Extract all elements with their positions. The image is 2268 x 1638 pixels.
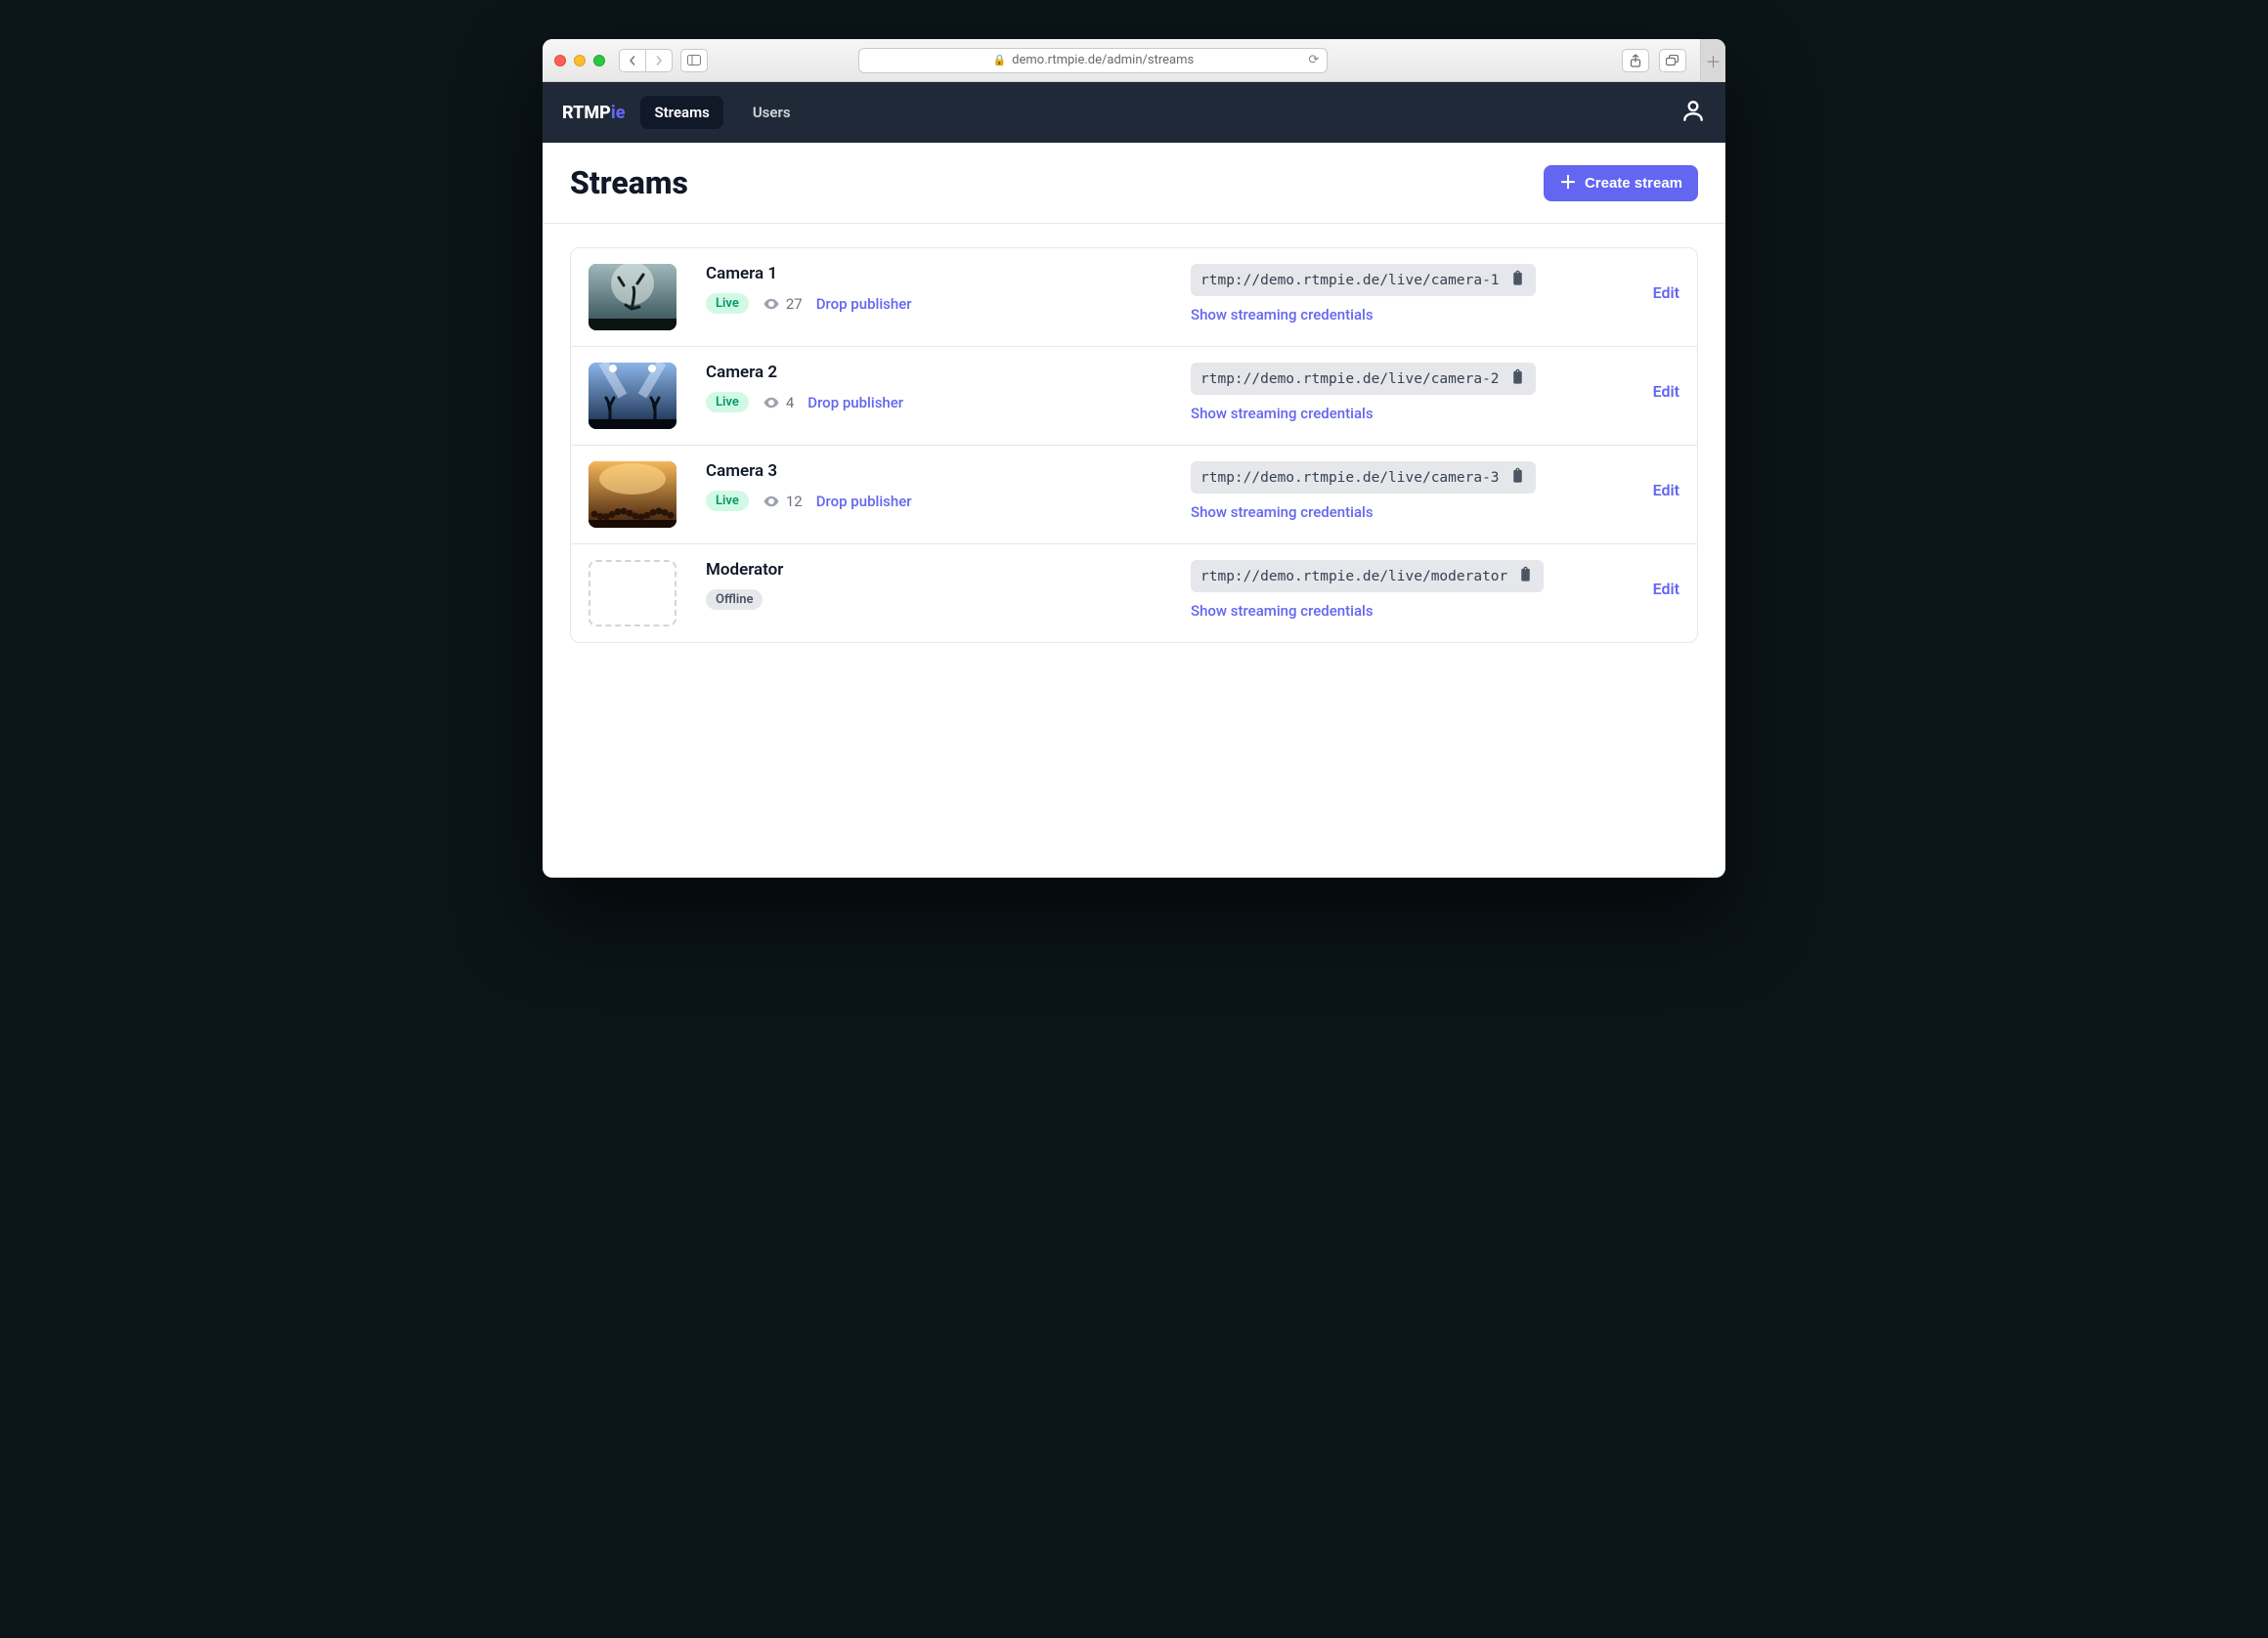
stream-url: rtmp://demo.rtmpie.de/live/camera-2	[1200, 371, 1500, 387]
address-bar[interactable]: 🔒 demo.rtmpie.de/admin/streams ⟳	[858, 48, 1328, 73]
stream-name: Camera 1	[706, 264, 1171, 283]
window-controls	[554, 55, 605, 66]
stream-url: rtmp://demo.rtmpie.de/live/moderator	[1200, 569, 1507, 584]
app-header: RTMPie Streams Users	[543, 82, 1725, 143]
eye-icon	[763, 493, 780, 510]
status-row: Live 12 Drop publisher	[706, 491, 1171, 511]
stream-thumbnail[interactable]	[589, 264, 676, 330]
drop-publisher-link[interactable]: Drop publisher	[816, 493, 912, 510]
browser-window: 🔒 demo.rtmpie.de/admin/streams ⟳ ＋ RTMPi…	[543, 39, 1725, 878]
stream-row: Camera 2 Live 4 Drop publisher rtmp://de…	[571, 347, 1697, 446]
logo[interactable]: RTMPie	[562, 103, 625, 123]
stream-name: Camera 2	[706, 363, 1171, 382]
stream-name: Camera 3	[706, 461, 1171, 481]
status-badge: Live	[706, 293, 749, 314]
page-title: Streams	[570, 164, 688, 201]
url-column: rtmp://demo.rtmpie.de/live/moderator Sho…	[1191, 560, 1592, 620]
stream-name: Moderator	[706, 560, 1171, 580]
copy-url-button[interactable]	[1509, 467, 1526, 488]
stream-url-box: rtmp://demo.rtmpie.de/live/camera-1	[1191, 264, 1536, 296]
url-column: rtmp://demo.rtmpie.de/live/camera-1 Show…	[1191, 264, 1592, 323]
stream-row: Camera 1 Live 27 Drop publisher rtmp://d…	[571, 248, 1697, 347]
stream-meta: Moderator Offline	[706, 560, 1171, 610]
stream-row: Moderator Offline rtmp://demo.rtmpie.de/…	[571, 544, 1697, 642]
url-column: rtmp://demo.rtmpie.de/live/camera-2 Show…	[1191, 363, 1592, 422]
stream-row: Camera 3 Live 12 Drop publisher rtmp://d…	[571, 446, 1697, 544]
tabs-button[interactable]	[1659, 49, 1686, 72]
stream-url-box: rtmp://demo.rtmpie.de/live/camera-2	[1191, 363, 1536, 395]
viewer-count: 12	[763, 493, 803, 510]
url-column: rtmp://demo.rtmpie.de/live/camera-3 Show…	[1191, 461, 1592, 521]
edit-stream-link[interactable]: Edit	[1653, 283, 1679, 302]
sidebar-toggle-button[interactable]	[680, 49, 708, 72]
nav-users[interactable]: Users	[739, 96, 805, 129]
stream-thumbnail-placeholder[interactable]	[589, 560, 676, 626]
edit-column: Edit	[1611, 363, 1679, 401]
nav-streams[interactable]: Streams	[640, 96, 722, 129]
copy-url-button[interactable]	[1509, 368, 1526, 389]
url-text: demo.rtmpie.de/admin/streams	[1012, 53, 1194, 67]
logo-text-prefix: RTMP	[562, 103, 611, 123]
copy-url-button[interactable]	[1517, 566, 1534, 586]
logo-text-suffix: ie	[611, 103, 626, 123]
status-row: Live 27 Drop publisher	[706, 293, 1171, 314]
back-button[interactable]	[619, 49, 646, 72]
create-stream-label: Create stream	[1585, 175, 1682, 192]
stream-meta: Camera 3 Live 12 Drop publisher	[706, 461, 1171, 511]
status-row: Live 4 Drop publisher	[706, 392, 1171, 412]
minimize-window-button[interactable]	[574, 55, 586, 66]
page-header: Streams ＋ Create stream	[543, 143, 1725, 224]
edit-stream-link[interactable]: Edit	[1653, 481, 1679, 499]
stream-url-box: rtmp://demo.rtmpie.de/live/camera-3	[1191, 461, 1536, 494]
forward-button[interactable]	[645, 49, 673, 72]
show-credentials-link[interactable]: Show streaming credentials	[1191, 602, 1374, 620]
content: Camera 1 Live 27 Drop publisher rtmp://d…	[543, 224, 1725, 702]
status-badge: Live	[706, 392, 749, 412]
reload-icon[interactable]: ⟳	[1308, 53, 1319, 67]
edit-column: Edit	[1611, 264, 1679, 302]
viewer-count: 27	[763, 295, 803, 313]
user-menu-button[interactable]	[1680, 98, 1706, 127]
stream-thumbnail[interactable]	[589, 363, 676, 429]
maximize-window-button[interactable]	[593, 55, 605, 66]
edit-column: Edit	[1611, 461, 1679, 499]
clipboard-icon	[1509, 368, 1526, 385]
eye-icon	[763, 394, 780, 411]
stream-thumbnail[interactable]	[589, 461, 676, 528]
stream-url: rtmp://demo.rtmpie.de/live/camera-1	[1200, 273, 1500, 288]
stream-url-box: rtmp://demo.rtmpie.de/live/moderator	[1191, 560, 1544, 592]
status-row: Offline	[706, 589, 1171, 610]
nav-back-forward	[619, 49, 673, 72]
clipboard-icon	[1509, 467, 1526, 484]
eye-icon	[763, 295, 780, 313]
stream-meta: Camera 2 Live 4 Drop publisher	[706, 363, 1171, 412]
edit-stream-link[interactable]: Edit	[1653, 580, 1679, 598]
new-tab-button[interactable]: ＋	[1700, 39, 1725, 82]
user-icon	[1680, 98, 1706, 123]
drop-publisher-link[interactable]: Drop publisher	[807, 394, 903, 411]
copy-url-button[interactable]	[1509, 270, 1526, 290]
close-window-button[interactable]	[554, 55, 566, 66]
browser-titlebar: 🔒 demo.rtmpie.de/admin/streams ⟳ ＋	[543, 39, 1725, 82]
create-stream-button[interactable]: ＋ Create stream	[1544, 165, 1698, 201]
stream-url: rtmp://demo.rtmpie.de/live/camera-3	[1200, 470, 1500, 486]
clipboard-icon	[1509, 270, 1526, 286]
streams-list: Camera 1 Live 27 Drop publisher rtmp://d…	[570, 247, 1698, 643]
edit-stream-link[interactable]: Edit	[1653, 382, 1679, 401]
drop-publisher-link[interactable]: Drop publisher	[816, 295, 912, 313]
share-button[interactable]	[1622, 49, 1649, 72]
edit-column: Edit	[1611, 560, 1679, 598]
clipboard-icon	[1517, 566, 1534, 582]
show-credentials-link[interactable]: Show streaming credentials	[1191, 405, 1374, 422]
status-badge: Offline	[706, 589, 763, 610]
lock-icon: 🔒	[992, 54, 1006, 66]
viewer-count: 4	[763, 394, 794, 411]
stream-meta: Camera 1 Live 27 Drop publisher	[706, 264, 1171, 314]
show-credentials-link[interactable]: Show streaming credentials	[1191, 306, 1374, 323]
status-badge: Live	[706, 491, 749, 511]
show-credentials-link[interactable]: Show streaming credentials	[1191, 503, 1374, 521]
